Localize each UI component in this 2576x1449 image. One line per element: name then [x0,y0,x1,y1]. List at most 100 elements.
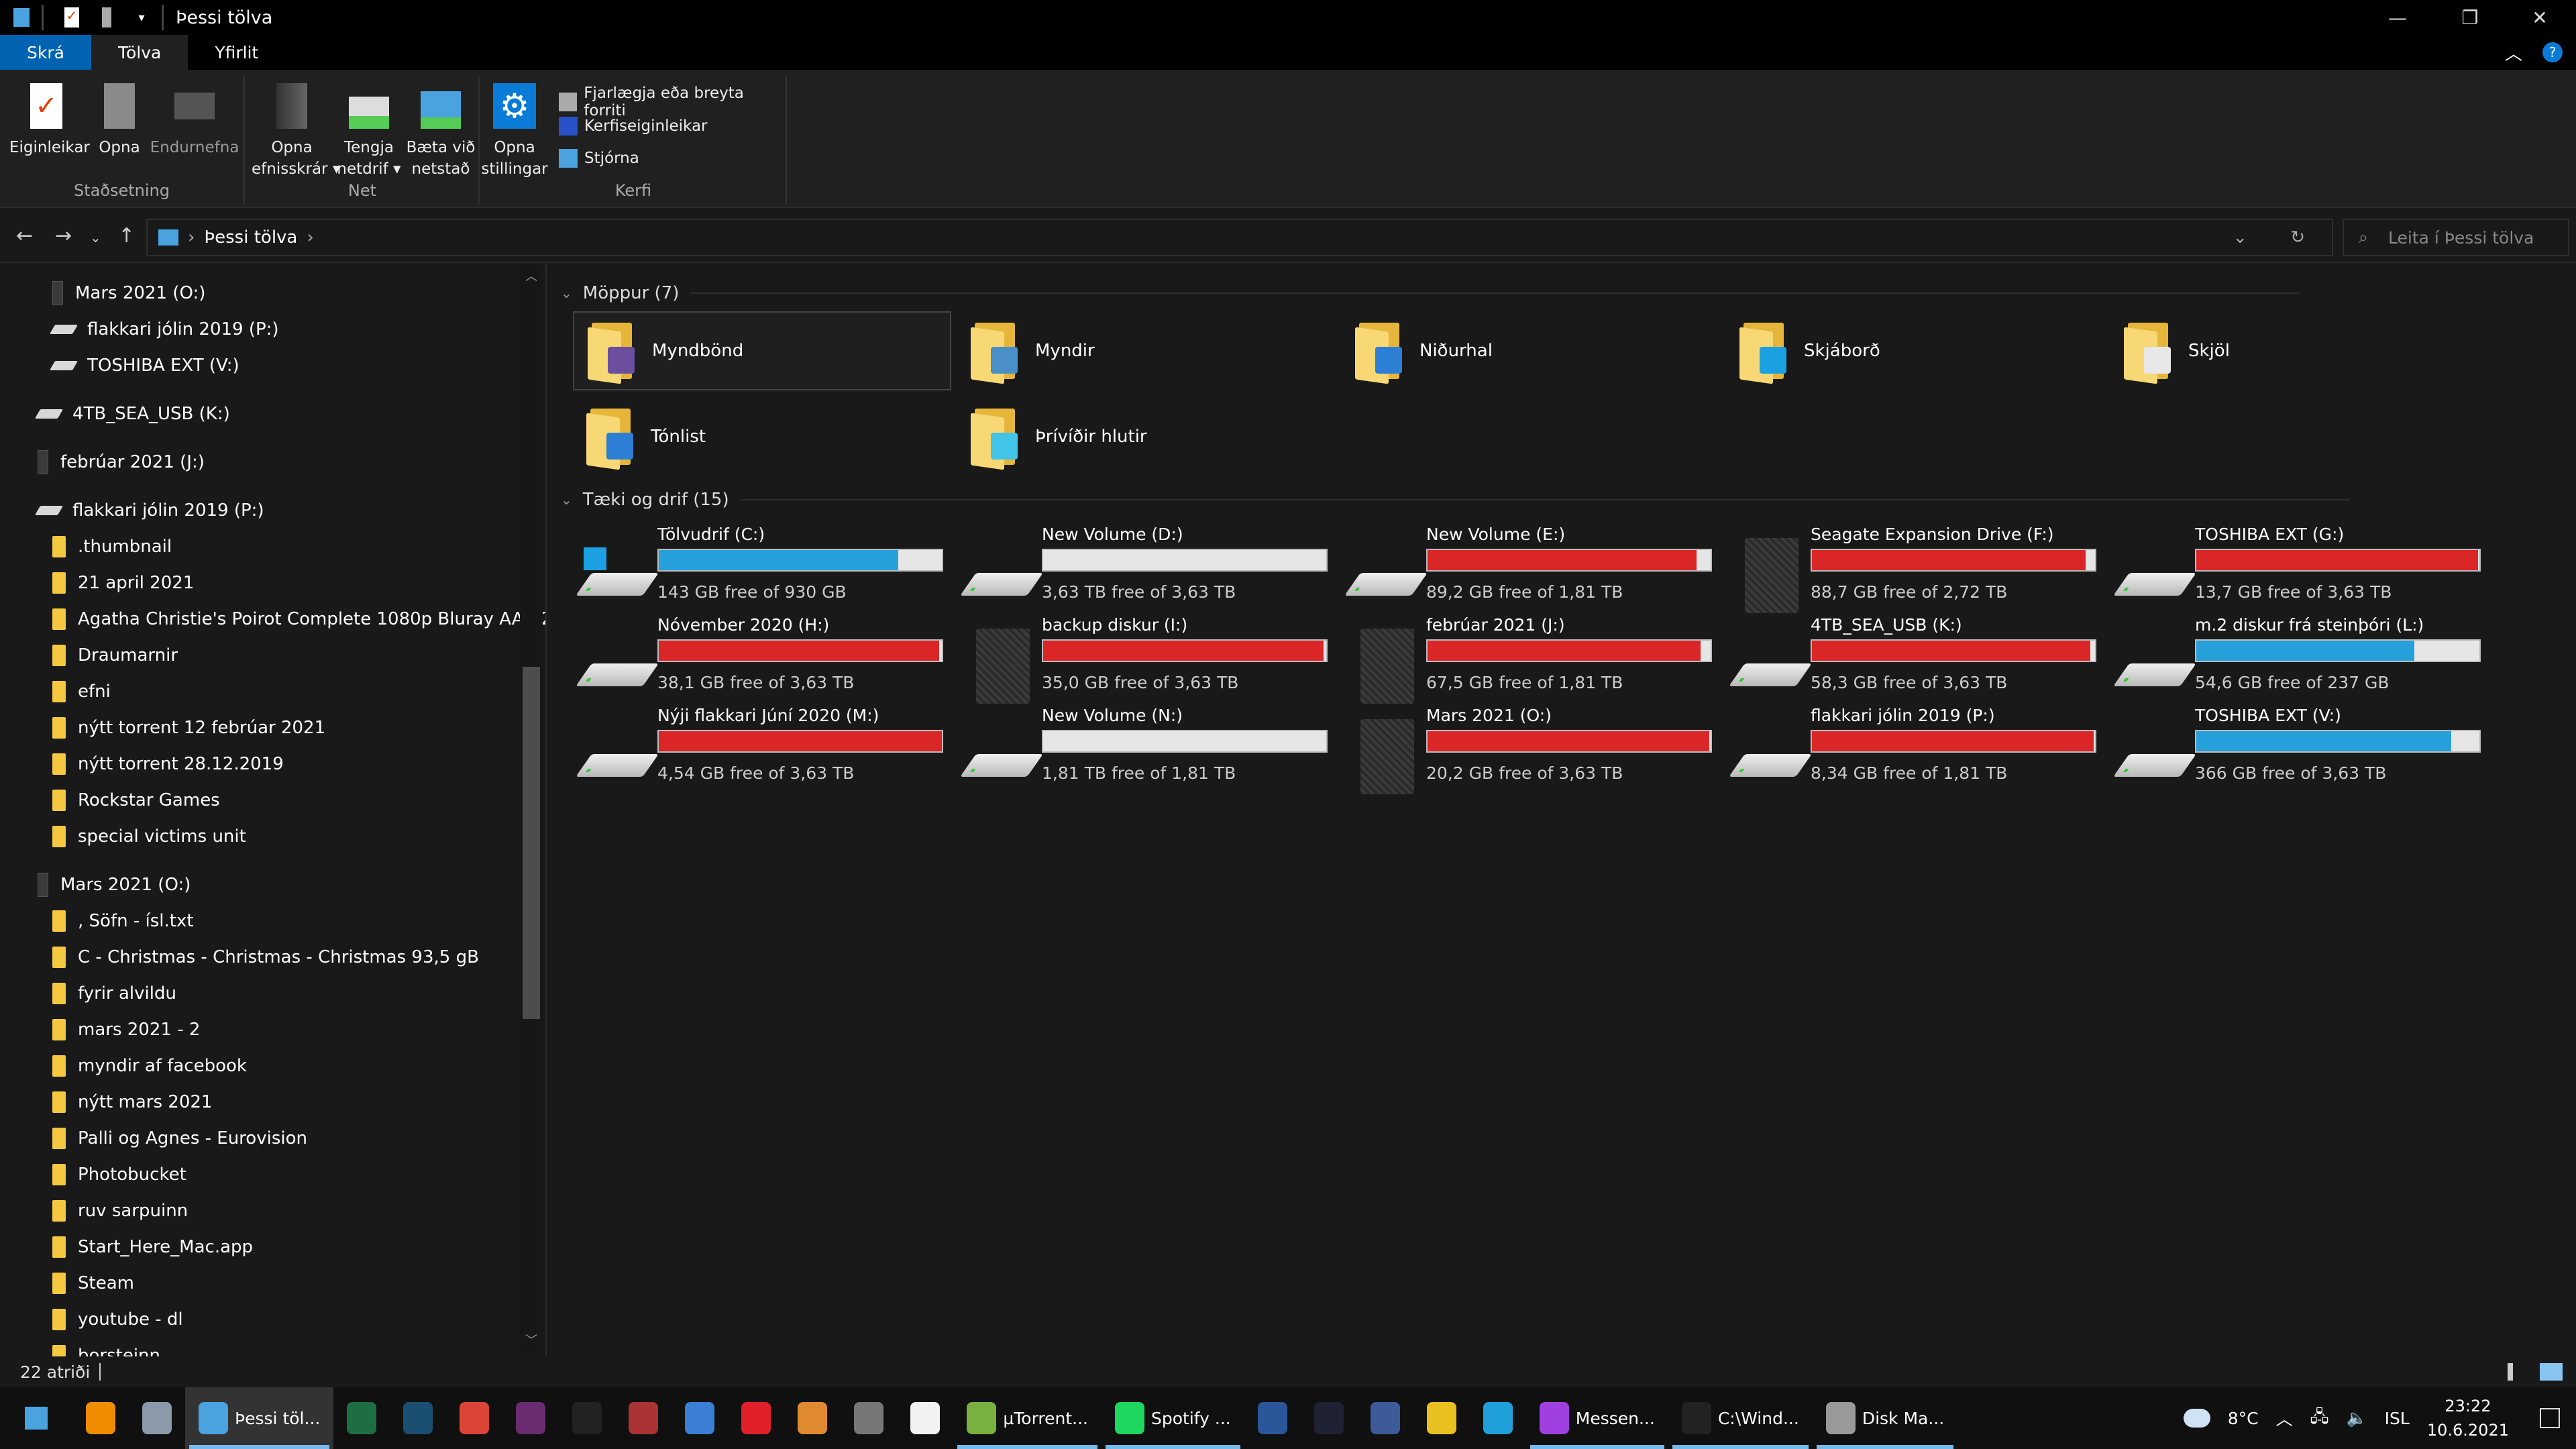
tab-file[interactable]: Skrá [0,35,91,70]
nav-item[interactable]: Mars 2021 (O:) [52,275,205,311]
drive-tile[interactable]: flakkari jólin 2019 (P:) 8,34 GB free of … [1727,706,2103,793]
taskbar-spotify[interactable]: Spotify ... [1102,1387,1244,1449]
manage-button[interactable]: Stjórna [559,149,639,168]
folder-tile[interactable]: Tónlist [573,397,951,476]
nav-item[interactable]: Mars 2021 (O:) [38,867,191,903]
folder-tile[interactable]: Myndbönd [573,311,951,390]
taskbar-utorrent[interactable]: µTorrent... [953,1387,1102,1449]
forward-button[interactable]: → [55,224,72,248]
tab-view[interactable]: Yfirlit [188,35,285,70]
nav-item[interactable]: mars 2021 - 2 [52,1012,200,1048]
system-properties-button[interactable]: Kerfiseiginleikar [559,117,708,136]
large-icons-view-button[interactable] [2540,1363,2563,1381]
taskbar-qbittorrent[interactable] [672,1387,728,1449]
drive-tile[interactable]: backup diskur (I:) 35,0 GB free of 3,63 T… [959,615,1334,704]
start-button[interactable] [0,1387,72,1449]
drive-tile[interactable]: TOSHIBA EXT (G:) 13,7 GB free of 3,63 TB [2112,525,2487,612]
volume-icon[interactable]: 🔈 [2347,1408,2367,1428]
taskbar-word[interactable] [1244,1387,1301,1449]
recent-locations-button[interactable]: ⌄ [90,229,101,246]
address-dropdown-icon[interactable]: ⌄ [2233,227,2247,248]
drive-tile[interactable]: febrúar 2021 (J:) 67,5 GB free of 1,81 TB [1343,615,1719,704]
nav-item[interactable]: youtube - dl [52,1301,183,1338]
collapse-ribbon-icon[interactable]: ︿ [2505,40,2522,65]
nav-item[interactable]: .thumbnail [52,529,172,565]
taskbar-bfx[interactable] [784,1387,841,1449]
drive-tile[interactable]: New Volume (N:) 1,81 TB free of 1,81 TB [959,706,1334,793]
drive-tile[interactable]: 4TB_SEA_USB (K:) 58,3 GB free of 3,63 TB [1727,615,2103,702]
nav-item[interactable]: flakkari jólin 2019 (P:) [49,311,279,347]
breadcrumb-this-pc[interactable]: Þessi tölva [204,227,297,248]
taskbar-disk-management[interactable]: Disk Ma... [1813,1387,1957,1449]
nav-item[interactable]: nýtt torrent 28.12.2019 [52,746,284,782]
drive-tile[interactable]: Tölvudrif (C:) 143 GB free of 930 GB [574,525,950,612]
nav-item[interactable]: Agatha Christie's Poirot Complete 1080p … [52,601,545,637]
map-network-drive-button[interactable]: Tengja netdrif ▾ [333,83,405,180]
scroll-up-icon[interactable]: ︿ [525,267,537,284]
nav-scrollbar[interactable]: ︿ ﹀ [520,264,543,1351]
properties-icon[interactable]: ✓ [58,5,85,30]
taskbar-vlc[interactable] [72,1387,129,1449]
taskbar-excel[interactable] [333,1387,390,1449]
restore-button[interactable]: ❐ [2434,0,2506,35]
scroll-down-icon[interactable]: ﹀ [525,1331,537,1348]
back-button[interactable]: ← [16,224,33,248]
nav-item[interactable]: efni [52,674,111,710]
tab-computer[interactable]: Tölva [91,35,189,70]
nav-item[interactable]: Photobucket [52,1157,186,1193]
search-input[interactable]: ⌕ Leita í Þessi tölva [2343,219,2569,256]
drive-tile[interactable]: Nóvember 2020 (H:) 38,1 GB free of 3,63 T… [574,615,950,702]
drive-tile[interactable]: New Volume (D:) 3,63 TB free of 3,63 TB [959,525,1334,612]
drive-tile[interactable]: Seagate Expansion Drive (F:) 88,7 GB free… [1727,525,2103,613]
rename-button[interactable]: Endurnefna [149,83,240,158]
folder-tile[interactable]: Niðurhal [1342,311,1720,390]
nav-item[interactable]: Palli og Agnes - Eurovision [52,1120,307,1157]
properties-button[interactable]: ✓ Eiginleikar [9,83,90,158]
taskbar-game-app[interactable] [1413,1387,1470,1449]
taskbar-opera[interactable] [728,1387,784,1449]
close-button[interactable]: ✕ [2504,0,2576,35]
weather-temp[interactable]: 8°C [2228,1409,2259,1428]
nav-item[interactable]: special victims unit [52,818,246,855]
notifications-icon[interactable] [2540,1408,2560,1428]
address-bar[interactable]: › Þessi tölva › ⌄ ↻ [146,219,2333,256]
drive-tile[interactable]: m.2 diskur frá steinþóri (L:) 54,6 GB fre… [2112,615,2487,702]
new-folder-icon[interactable] [93,5,120,30]
taskbar-recycle-bin[interactable] [129,1387,185,1449]
nav-item[interactable]: fyrir alvildu [52,975,176,1012]
taskbar-file-explorer[interactable]: Þessi töl... [185,1387,334,1449]
nav-item[interactable]: ruv sarpuinn [52,1193,188,1229]
nav-item[interactable]: Start_Here_Mac.app [52,1229,253,1265]
up-button[interactable]: ↑ [118,224,135,248]
taskbar-app-gold[interactable] [559,1387,615,1449]
taskbar-cmd[interactable]: C:\Wind... [1668,1387,1813,1449]
nav-item[interactable]: febrúar 2021 (J:) [38,444,205,480]
open-button[interactable]: Opna [93,83,146,158]
open-media-button[interactable]: Opna efnisskrár ▾ [252,83,340,180]
nav-item[interactable]: flakkari jólin 2019 (P:) [34,492,264,529]
taskbar-cinema4d[interactable] [1357,1387,1413,1449]
nav-item[interactable]: 4TB_SEA_USB (K:) [34,396,230,432]
nav-item[interactable]: C - Christmas - Christmas - Christmas 93… [52,939,479,975]
drive-tile[interactable]: New Volume (E:) 89,2 GB free of 1,81 TB [1343,525,1719,612]
folders-section-header[interactable]: ⌄ Möppur (7) [561,283,2300,303]
nav-item[interactable]: Rockstar Games [52,782,220,818]
computer-icon[interactable] [8,5,35,30]
language-indicator[interactable]: ISL [2385,1409,2410,1428]
nav-item[interactable]: TOSHIBA EXT (V:) [49,347,239,384]
show-hidden-icons-icon[interactable]: ︿ [2276,1406,2293,1430]
minimize-button[interactable]: — [2361,0,2434,35]
collapse-icon[interactable]: ⌄ [561,285,572,301]
taskbar-store[interactable] [897,1387,953,1449]
folder-tile[interactable]: Þrívíðir hlutir [957,397,1336,476]
scroll-thumb[interactable] [523,667,540,1019]
taskbar-tv-app[interactable] [841,1387,897,1449]
nav-item[interactable]: nýtt torrent 12 febrúar 2021 [52,710,325,746]
customize-quick-access-icon[interactable]: ▾ [128,5,155,30]
nav-item[interactable]: Draumarnir [52,637,178,674]
weather-icon[interactable] [2183,1409,2210,1428]
help-icon[interactable]: ? [2542,42,2563,62]
network-icon[interactable]: 🖧 [2310,1404,2329,1433]
taskbar-chrome[interactable] [446,1387,502,1449]
nav-item[interactable]: 21 april 2021 [52,565,194,601]
